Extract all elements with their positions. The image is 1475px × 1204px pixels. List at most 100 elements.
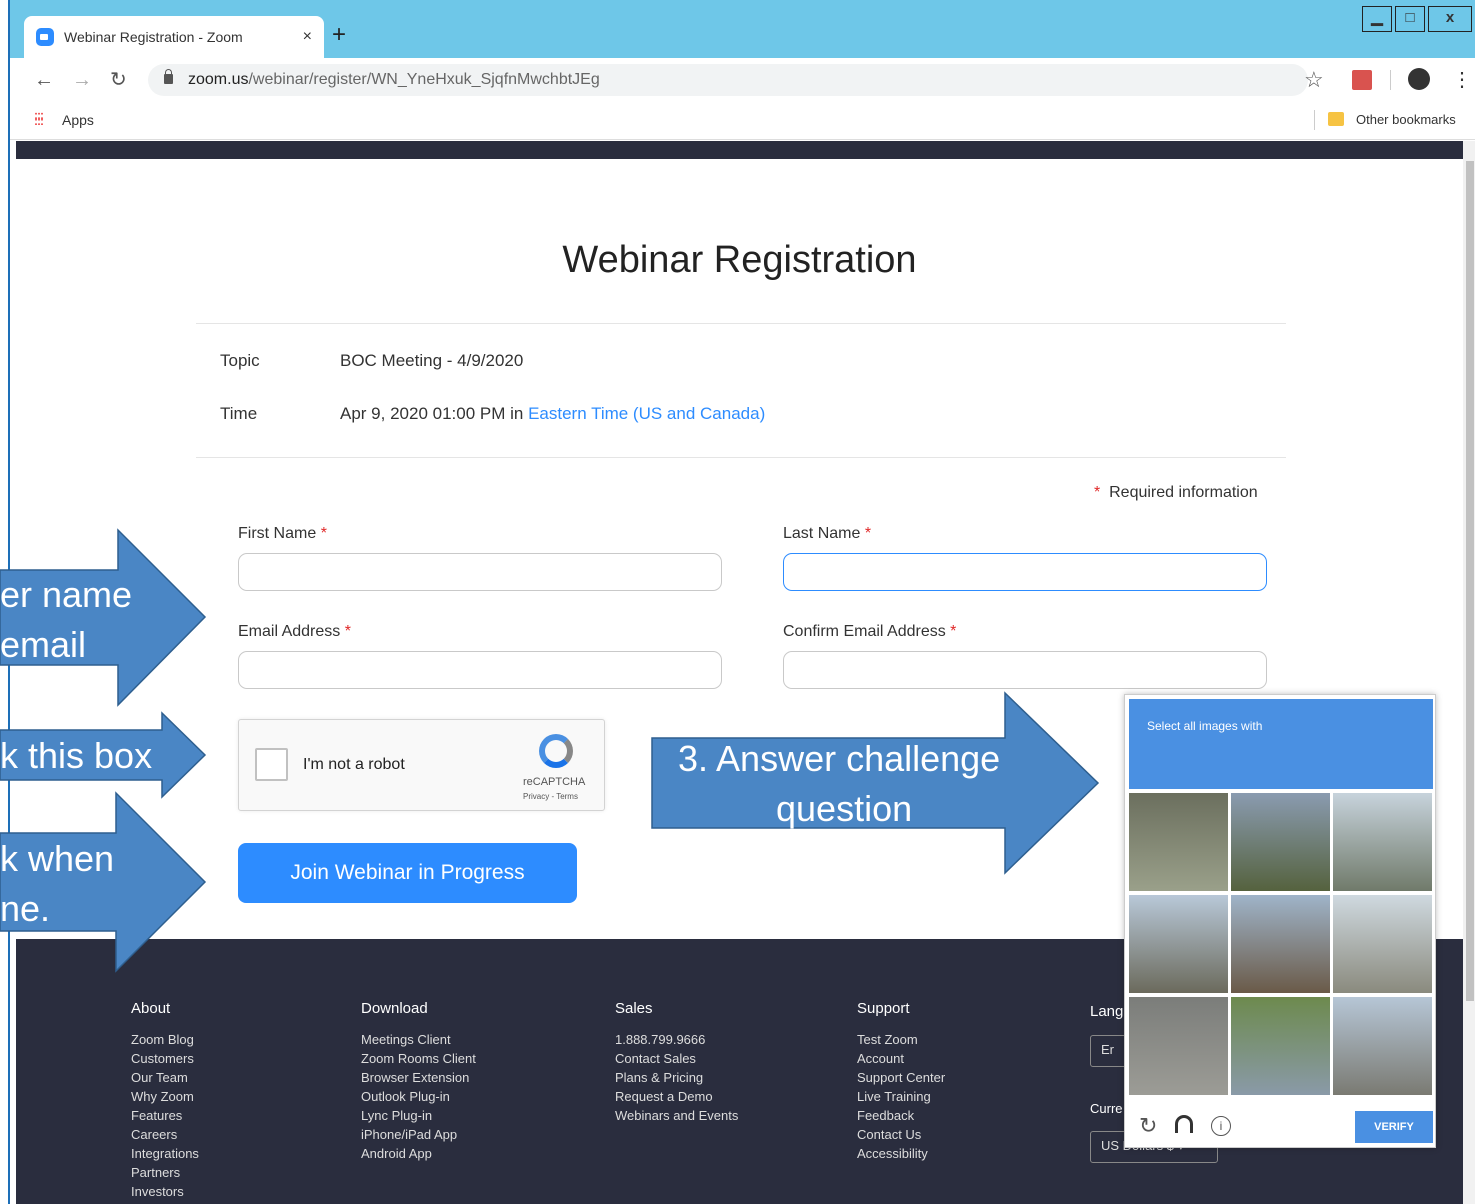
- info-icon[interactable]: i: [1211, 1116, 1231, 1136]
- footer-link[interactable]: Outlook Plug-in: [361, 1087, 476, 1106]
- footer-link[interactable]: Support Center: [857, 1068, 945, 1087]
- footer-link[interactable]: Request a Demo: [615, 1087, 738, 1106]
- footer-link[interactable]: Contact Us: [857, 1125, 945, 1144]
- footer-link[interactable]: Feedback: [857, 1106, 945, 1125]
- divider: [196, 457, 1286, 458]
- required-asterisk: *: [1094, 484, 1101, 501]
- required-asterisk: *: [950, 623, 957, 640]
- challenge-image-tile[interactable]: [1231, 895, 1330, 993]
- challenge-image-tile[interactable]: [1333, 997, 1432, 1095]
- address-bar: ← → ↻ zoom.us/webinar/register/WN_YneHxu…: [10, 58, 1475, 102]
- footer-link[interactable]: Integrations: [131, 1144, 199, 1163]
- footer-link[interactable]: Webinars and Events: [615, 1106, 738, 1125]
- audio-challenge-icon[interactable]: [1175, 1115, 1193, 1133]
- forward-arrow-icon[interactable]: →: [72, 68, 92, 92]
- recaptcha-links[interactable]: Privacy - Terms: [523, 792, 578, 801]
- other-bookmarks[interactable]: Other bookmarks: [1356, 112, 1456, 127]
- footer-link[interactable]: Partners: [131, 1163, 199, 1182]
- tab-title: Webinar Registration - Zoom: [64, 29, 243, 45]
- footer-link[interactable]: Investors: [131, 1182, 199, 1201]
- topic-value: BOC Meeting - 4/9/2020: [340, 351, 524, 370]
- challenge-image-tile[interactable]: [1333, 793, 1432, 891]
- challenge-header: Select all images with: [1129, 699, 1433, 789]
- email-field[interactable]: [238, 651, 722, 689]
- reload-icon[interactable]: ↻: [110, 68, 127, 92]
- time-text: Apr 9, 2020 01:00 PM in: [340, 404, 529, 423]
- apps-icon[interactable]: ::::::: [34, 109, 44, 127]
- profile-icon[interactable]: [1408, 68, 1430, 90]
- footer-heading: Sales: [615, 1000, 653, 1017]
- challenge-image-tile[interactable]: [1333, 895, 1432, 993]
- footer-link[interactable]: Zoom Blog: [131, 1030, 199, 1049]
- footer-link[interactable]: Features: [131, 1106, 199, 1125]
- challenge-image-tile[interactable]: [1129, 997, 1228, 1095]
- recaptcha-brand: reCAPTCHA: [523, 776, 586, 788]
- close-window-button[interactable]: x: [1428, 6, 1472, 32]
- tab-webinar-registration[interactable]: Webinar Registration - Zoom ×: [24, 16, 324, 58]
- footer-link[interactable]: Meetings Client: [361, 1030, 476, 1049]
- footer-link[interactable]: Android App: [361, 1144, 476, 1163]
- zoom-logo-icon: [36, 28, 54, 46]
- minimize-icon: ▁: [1371, 9, 1383, 26]
- footer-heading: About: [131, 1000, 171, 1017]
- timezone-link[interactable]: Eastern Time (US and Canada): [528, 404, 765, 423]
- verify-button[interactable]: VERIFY: [1355, 1111, 1433, 1143]
- footer-link[interactable]: Contact Sales: [615, 1049, 738, 1068]
- footer-link[interactable]: iPhone/iPad App: [361, 1125, 476, 1144]
- url-field[interactable]: zoom.us/webinar/register/WN_YneHxuk_Sjqf…: [148, 64, 1308, 96]
- footer-link[interactable]: Why Zoom: [131, 1087, 199, 1106]
- footer-heading: Support: [857, 1000, 910, 1017]
- url-path: /webinar/register/WN_YneHxuk_SjqfnMwchbt…: [248, 71, 600, 88]
- maximize-button[interactable]: □: [1395, 6, 1425, 32]
- email-label: Email Address *: [238, 623, 351, 641]
- page-title: Webinar Registration: [562, 239, 917, 281]
- minimize-button[interactable]: ▁: [1362, 6, 1392, 32]
- footer-column: Support Test Zoom Account Support Center Liv…: [857, 1000, 945, 1163]
- divider: [1390, 70, 1391, 90]
- folder-icon: [1328, 112, 1344, 126]
- menu-dots-icon[interactable]: ⋮: [1452, 68, 1472, 92]
- tab-close-icon[interactable]: ×: [303, 28, 312, 46]
- first-name-label: First Name *: [238, 525, 327, 543]
- footer-link[interactable]: 1.888.799.9666: [615, 1030, 738, 1049]
- challenge-prompt: Select all images with: [1147, 719, 1263, 733]
- footer-link[interactable]: Zoom Rooms Client: [361, 1049, 476, 1068]
- new-tab-button[interactable]: +: [332, 22, 346, 48]
- confirm-email-field[interactable]: [783, 651, 1267, 689]
- first-name-field[interactable]: [238, 553, 722, 591]
- last-name-field[interactable]: [783, 553, 1267, 591]
- star-icon[interactable]: ☆: [1304, 68, 1324, 92]
- apps-bookmark[interactable]: Apps: [62, 112, 94, 128]
- annotation-step3-line1: 3. Answer challenge: [678, 738, 1001, 779]
- first-name-label-text: First Name: [238, 525, 317, 542]
- challenge-image-tile[interactable]: [1129, 793, 1228, 891]
- footer-link[interactable]: Lync Plug-in: [361, 1106, 476, 1125]
- footer-link[interactable]: Our Team: [131, 1068, 199, 1087]
- back-arrow-icon[interactable]: ←: [34, 68, 54, 92]
- site-header-bar: [16, 141, 1463, 159]
- challenge-image-tile[interactable]: [1129, 895, 1228, 993]
- reload-challenge-icon[interactable]: ↻: [1139, 1113, 1157, 1139]
- last-name-label-text: Last Name: [783, 525, 861, 542]
- required-asterisk: *: [344, 623, 351, 640]
- time-value: Apr 9, 2020 01:00 PM in Eastern Time (US…: [340, 404, 765, 424]
- recaptcha-checkbox[interactable]: [255, 748, 288, 781]
- footer-link[interactable]: Accessibility: [857, 1144, 945, 1163]
- footer-link[interactable]: Test Zoom: [857, 1030, 945, 1049]
- last-name-label: Last Name *: [783, 525, 871, 543]
- join-webinar-button[interactable]: Join Webinar in Progress: [238, 843, 577, 903]
- scrollbar[interactable]: [1463, 141, 1475, 1204]
- footer-link[interactable]: Live Training: [857, 1087, 945, 1106]
- pdf-extension-icon[interactable]: [1352, 70, 1372, 90]
- scrollbar-thumb[interactable]: [1466, 161, 1474, 1001]
- footer-column: About Zoom Blog Customers Our Team Why Zoom F…: [131, 1000, 199, 1201]
- footer-link[interactable]: Customers: [131, 1049, 199, 1068]
- required-text: Required information: [1109, 484, 1258, 501]
- footer-link[interactable]: Browser Extension: [361, 1068, 476, 1087]
- footer-link[interactable]: Plans & Pricing: [615, 1068, 738, 1087]
- annotation-step4-line2: ne.: [0, 888, 51, 929]
- footer-link[interactable]: Careers: [131, 1125, 199, 1144]
- challenge-image-tile[interactable]: [1231, 997, 1330, 1095]
- challenge-image-tile[interactable]: [1231, 793, 1330, 891]
- footer-link[interactable]: Account: [857, 1049, 945, 1068]
